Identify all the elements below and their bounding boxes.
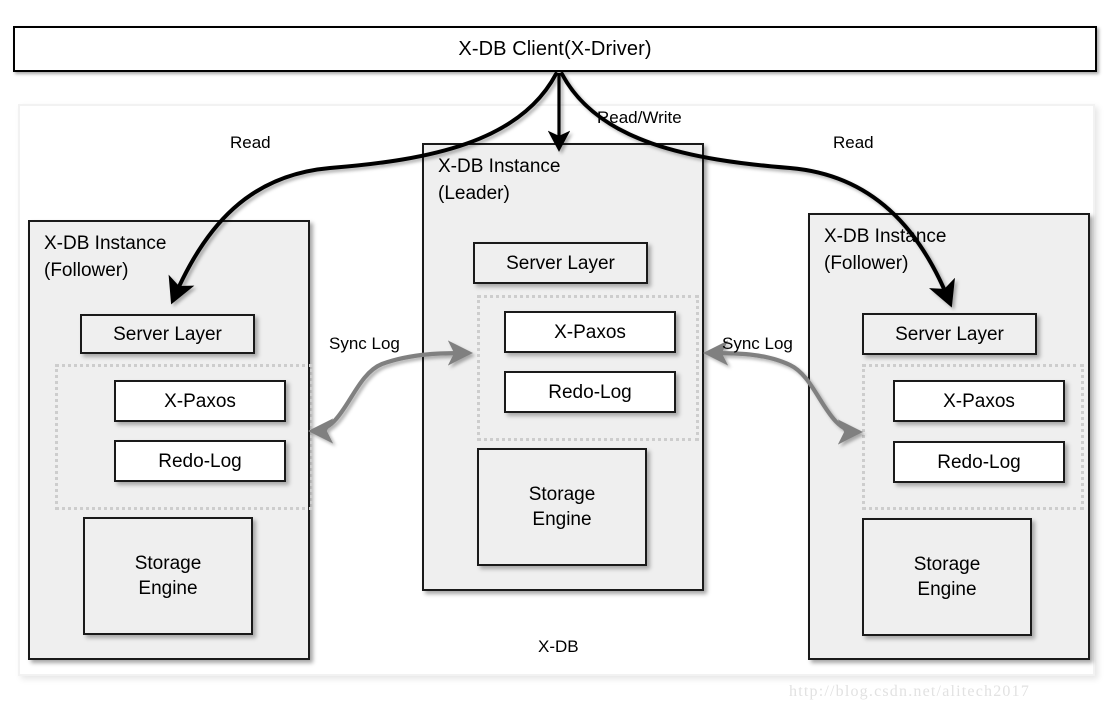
edge-label-sync-log-left: Sync Log [329,334,400,353]
diagram-canvas: X-DB Client(X-Driver) X-DB X-DB Instance… [0,0,1119,710]
component-x-paxos-leader: X-Paxos [504,311,676,353]
x-db-container-caption: X-DB [538,637,579,656]
component-server-layer-follower-left: Server Layer [80,314,255,354]
instance-title-follower-right: X-DB Instance (Follower) [824,226,947,274]
edge-label-sync-log-right: Sync Log [722,334,793,353]
component-redo-log-leader: Redo-Log [504,371,676,413]
edge-label-read-right: Read [833,133,874,152]
component-redo-log-follower-left: Redo-Log [114,440,286,482]
component-server-layer-follower-right: Server Layer [862,313,1037,355]
edge-label-read-write: Read/Write [597,108,682,127]
edge-label-read-left: Read [230,133,271,152]
instance-title-leader: X-DB Instance (Leader) [438,156,561,204]
component-storage-engine-follower-left: Storage Engine [83,517,253,635]
component-x-paxos-follower-right: X-Paxos [893,380,1065,422]
watermark-text: http://blog.csdn.net/alitech2017 [789,683,1031,700]
instance-title-follower-left: X-DB Instance (Follower) [44,233,167,281]
component-storage-engine-leader: Storage Engine [477,448,647,566]
component-redo-log-follower-right: Redo-Log [893,441,1065,483]
component-x-paxos-follower-left: X-Paxos [114,380,286,422]
x-db-client-label: X-DB Client(X-Driver) [458,37,652,60]
component-storage-engine-follower-right: Storage Engine [862,518,1032,636]
component-server-layer-leader: Server Layer [473,242,648,284]
x-db-client-box: X-DB Client(X-Driver) [13,26,1097,72]
